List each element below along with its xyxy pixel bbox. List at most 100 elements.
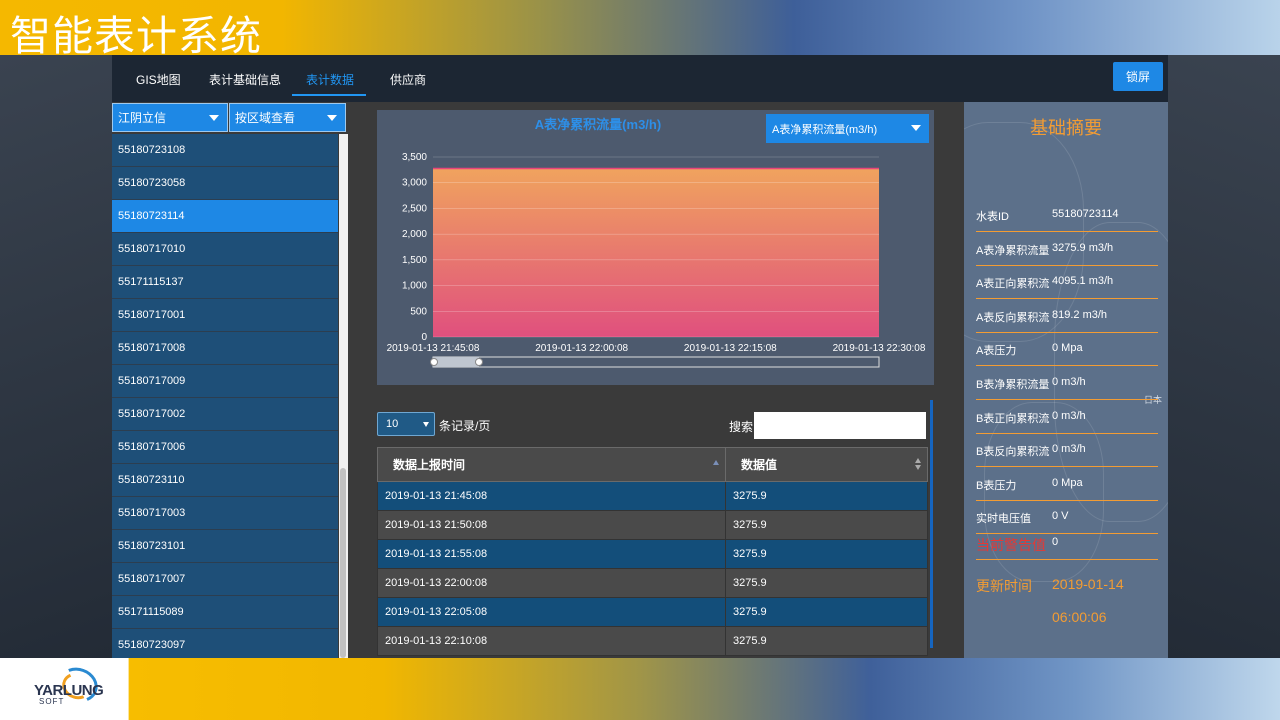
summary-row: A表反向累积流 819.2 m3/h [976, 299, 1158, 333]
metric-select-value: A表净累积流量(m3/h) [772, 123, 878, 136]
summary-value: 819.2 m3/h [1052, 308, 1108, 321]
view-mode-select[interactable]: 按区域查看 [229, 103, 346, 132]
tab-meter-data[interactable]: 表计数据 [306, 71, 354, 88]
summary-key: B表净累积流量 [976, 379, 1050, 391]
update-date: 2019-01-14 [1052, 576, 1124, 592]
zoom-handle-end[interactable] [475, 358, 483, 366]
summary-key: 实时电压值 [976, 513, 1031, 526]
zoom-slider-track [432, 356, 880, 368]
metric-select[interactable]: A表净累积流量(m3/h) [766, 114, 929, 143]
table-scrollbar[interactable] [930, 400, 933, 648]
company-select[interactable]: 江阴立信 [112, 103, 228, 132]
table-row[interactable]: 2019-01-13 22:00:08 3275.9 [377, 568, 928, 598]
sort-up-icon [915, 458, 921, 463]
y-tick-label: 500 [410, 306, 427, 317]
tab-suppliers[interactable]: 供应商 [390, 71, 426, 88]
summary-key: A表正向累积流 [976, 278, 1050, 291]
scrollbar-thumb[interactable] [340, 468, 346, 658]
cell-report-time: 2019-01-13 21:45:08 [377, 481, 726, 511]
meter-list: 55180723108 55180723058 55180723114 5518071… [112, 134, 338, 658]
cell-report-time: 2019-01-13 21:55:08 [377, 539, 726, 569]
summary-row: A表净累积流量 3275.9 m3/h [976, 232, 1158, 266]
meter-list-item[interactable]: 55180717008 [112, 332, 338, 365]
warning-row: 当前警告值 0 [976, 526, 1158, 560]
chevron-down-icon [327, 115, 337, 121]
meter-list-item[interactable]: 55180717003 [112, 497, 338, 530]
sort-ascending-icon [713, 460, 719, 465]
logo-subtitle: SOFT [39, 697, 65, 706]
cell-value: 3275.9 [725, 539, 928, 569]
page-title: 智能表计系统 [10, 12, 262, 60]
summary-key: A表净累积流量 [976, 244, 1050, 257]
sort-down-icon [915, 465, 921, 470]
meter-sidebar: 江阴立信 按区域查看 55180723108 55180723058 5518072… [112, 102, 348, 658]
meter-list-item[interactable]: 55180717001 [112, 299, 338, 332]
summary-key: A表压力 [976, 345, 1017, 358]
column-header-label: 数据值 [741, 458, 778, 472]
summary-key: B表正向累积流 [976, 412, 1050, 425]
meter-list-item[interactable]: 55171115089 [112, 596, 338, 629]
search-label: 搜索: [729, 420, 757, 434]
summary-title: 基础摘要 [1030, 118, 1102, 138]
meter-list-item[interactable]: 55180717009 [112, 365, 338, 398]
footer-banner [0, 658, 1280, 720]
zoom-handle-start[interactable] [430, 358, 438, 366]
table-controls: 10 条记录/页 搜索: [377, 412, 934, 442]
search-input[interactable] [754, 412, 926, 439]
meter-list-item[interactable]: 55180717007 [112, 563, 338, 596]
meter-list-item[interactable]: 55180723058 [112, 167, 338, 200]
warning-label: 当前警告值 [976, 537, 1046, 553]
meter-list-item[interactable]: 55180723108 [112, 134, 338, 167]
page-size-select[interactable]: 10 [377, 412, 435, 436]
table-header-row: 数据上报时间 数据值 [377, 447, 928, 482]
summary-row: A表压力 0 Mpa [976, 332, 1158, 367]
chart-area-series [433, 168, 879, 337]
chevron-down-icon [423, 422, 429, 427]
company-select-value: 江阴立信 [118, 111, 167, 125]
cell-report-time: 2019-01-13 22:05:08 [377, 597, 726, 627]
lock-screen-button[interactable]: 锁屏 [1113, 62, 1163, 91]
meter-list-item[interactable]: 55180723101 [112, 530, 338, 563]
summary-row: A表正向累积流 4095.1 m3/h [976, 265, 1158, 300]
summary-key: B表压力 [976, 479, 1017, 492]
summary-key: B表反向累积流 [976, 446, 1050, 459]
summary-value: 0 m3/h [1052, 376, 1086, 388]
summary-value: 0 Mpa [1052, 476, 1083, 489]
column-header-value[interactable]: 数据值 [725, 447, 928, 482]
x-tick-label: 2019-01-13 22:00:08 [535, 343, 628, 354]
tab-gis-map[interactable]: GIS地图 [136, 71, 181, 88]
y-tick-label: 2,500 [402, 203, 427, 214]
summary-value: 0 V [1052, 510, 1069, 523]
update-time-label: 更新时间 [976, 578, 1032, 594]
chevron-down-icon [209, 115, 219, 121]
y-tick-label: 1,000 [402, 281, 427, 292]
chart-panel: 0 500 1,000 1,500 2,000 2,500 3,000 3,500 2019-0… [377, 110, 934, 385]
cell-value: 3275.9 [725, 597, 928, 627]
meter-list-scrollbar[interactable] [339, 134, 348, 658]
top-navigation: GIS地图 表计基础信息 表计数据 供应商 锁屏 [112, 55, 1168, 102]
column-header-report-time[interactable]: 数据上报时间 [377, 447, 726, 482]
update-time: 06:00:06 [1052, 609, 1107, 625]
meter-list-item[interactable]: 55180723097 [112, 629, 338, 658]
summary-value: 0 Mpa [1052, 342, 1083, 355]
table-row[interactable]: 2019-01-13 21:50:08 3275.9 [377, 510, 928, 540]
table-row[interactable]: 2019-01-13 21:45:08 3275.9 [377, 481, 928, 511]
table-row[interactable]: 2019-01-13 21:55:08 3275.9 [377, 539, 928, 569]
meter-list-item[interactable]: 55180723114 [112, 200, 338, 233]
tab-meter-info[interactable]: 表计基础信息 [209, 71, 281, 88]
flow-chart: 0 500 1,000 1,500 2,000 2,500 3,000 3,500 2019-0… [387, 152, 926, 368]
meter-list-item[interactable]: 55180717006 [112, 431, 338, 464]
meter-list-item[interactable]: 55180717010 [112, 233, 338, 266]
cell-report-time: 2019-01-13 22:10:08 [377, 626, 726, 656]
table-body: 2019-01-13 21:45:08 3275.9 2019-01-13 21:5… [377, 481, 928, 656]
meter-list-item[interactable]: 55180717002 [112, 398, 338, 431]
summary-row: 水表ID 55180723114 [976, 198, 1158, 232]
meter-list-item[interactable]: 55171115137 [112, 266, 338, 299]
view-mode-value: 按区域查看 [235, 111, 296, 125]
summary-row: B表正向累积流 0 m3/h [976, 400, 1158, 434]
table-row[interactable]: 2019-01-13 22:05:08 3275.9 [377, 597, 928, 627]
y-tick-label: 3,500 [402, 152, 427, 163]
meter-list-item[interactable]: 55180723110 [112, 464, 338, 497]
summary-value: 0 m3/h [1052, 443, 1086, 456]
table-row[interactable]: 2019-01-13 22:10:08 3275.9 [377, 626, 928, 656]
